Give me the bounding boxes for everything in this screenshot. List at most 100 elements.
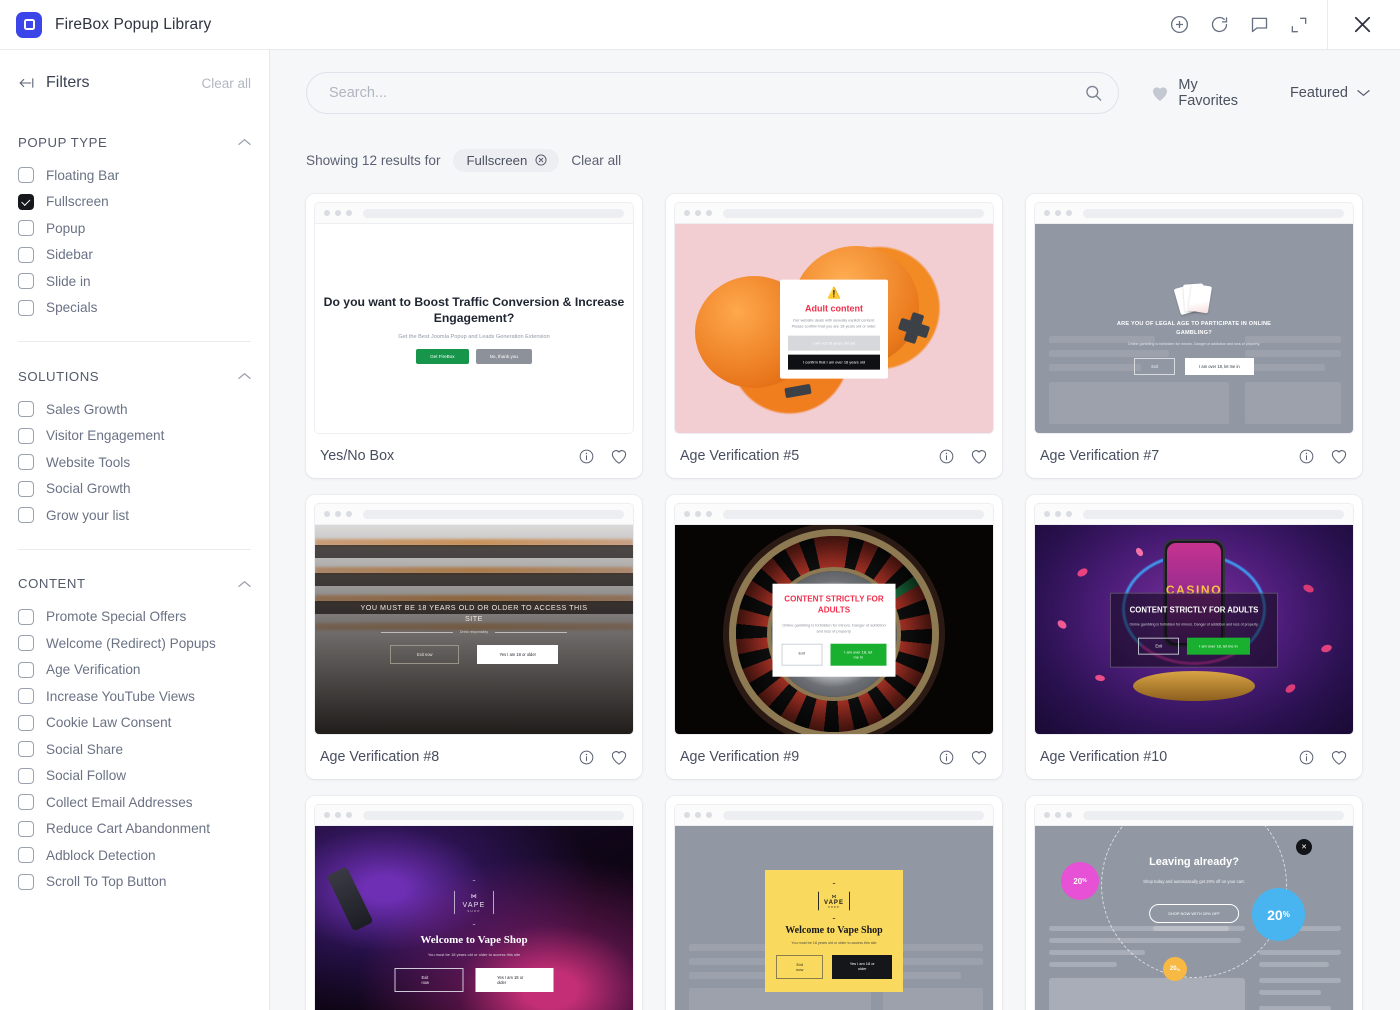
filter-option-reduce-cart-abandonment[interactable]: Reduce Cart Abandonment bbox=[18, 816, 251, 843]
heart-filled-icon bbox=[1151, 85, 1169, 102]
filter-option-collect-email-addresses[interactable]: Collect Email Addresses bbox=[18, 789, 251, 816]
comment-icon[interactable] bbox=[1239, 5, 1279, 45]
checkbox[interactable] bbox=[18, 246, 34, 263]
checkbox[interactable] bbox=[18, 454, 34, 471]
template-card[interactable]: CASINO CONTENT STRICTLY FOR ADULTS Onlin… bbox=[1026, 495, 1362, 779]
filter-option-website-tools[interactable]: Website Tools bbox=[18, 449, 251, 476]
template-card[interactable]: ⚠️ Adult content Our website deals with … bbox=[666, 194, 1002, 478]
search-input[interactable] bbox=[306, 72, 1120, 114]
filter-option-grow-your-list[interactable]: Grow your list bbox=[18, 502, 251, 529]
discount-badge-magenta: 20% bbox=[1061, 862, 1099, 900]
window-title: FireBox Popup Library bbox=[55, 15, 212, 33]
template-card[interactable]: CONTENT STRICTLY FOR ADULTS Online gambl… bbox=[666, 495, 1002, 779]
filter-group-header[interactable]: CONTENT bbox=[18, 564, 251, 604]
checkbox[interactable] bbox=[18, 608, 34, 625]
info-circle-icon[interactable] bbox=[938, 448, 955, 465]
filter-option-slide-in[interactable]: Slide in bbox=[18, 268, 251, 295]
my-favorites-button[interactable]: My Favorites bbox=[1151, 77, 1260, 109]
checkbox[interactable] bbox=[18, 767, 34, 784]
info-circle-icon[interactable] bbox=[1298, 749, 1315, 766]
heart-outline-icon[interactable] bbox=[970, 448, 988, 465]
filter-option-scroll-to-top-button[interactable]: Scroll To Top Button bbox=[18, 869, 251, 896]
info-circle-icon[interactable] bbox=[578, 749, 595, 766]
filter-option-visitor-engagement[interactable]: Visitor Engagement bbox=[18, 423, 251, 450]
checkbox[interactable] bbox=[18, 661, 34, 678]
browser-chrome-mock bbox=[315, 504, 633, 525]
checkbox[interactable] bbox=[18, 299, 34, 316]
filter-option-label: Scroll To Top Button bbox=[46, 874, 167, 890]
checkbox[interactable] bbox=[18, 688, 34, 705]
active-filter-chip[interactable]: Fullscreen bbox=[452, 148, 560, 172]
filter-group-title: SOLUTIONS bbox=[18, 368, 100, 384]
results-clear-all-button[interactable]: Clear all bbox=[571, 153, 621, 168]
preview-modal: ⋈ VAPE SHOP Welcome to Vape Shop You mus… bbox=[765, 870, 903, 992]
preview-subtitle: Online gambling is forbidden for minors.… bbox=[1127, 341, 1261, 346]
filter-option-social-growth[interactable]: Social Growth bbox=[18, 476, 251, 503]
filter-option-social-share[interactable]: Social Share bbox=[18, 736, 251, 763]
sidebar-clear-all-button[interactable]: Clear all bbox=[201, 76, 251, 91]
heart-outline-icon[interactable] bbox=[970, 749, 988, 766]
filter-option-increase-youtube-views[interactable]: Increase YouTube Views bbox=[18, 683, 251, 710]
filter-option-popup[interactable]: Popup bbox=[18, 215, 251, 242]
close-icon[interactable] bbox=[1342, 5, 1382, 45]
filter-group-header[interactable]: SOLUTIONS bbox=[18, 356, 251, 396]
info-circle-icon[interactable] bbox=[578, 448, 595, 465]
preview-heading: Do you want to Boost Traffic Conversion … bbox=[323, 294, 625, 325]
collapse-panel-icon[interactable] bbox=[18, 76, 35, 90]
filter-option-floating-bar[interactable]: Floating Bar bbox=[18, 162, 251, 189]
heart-outline-icon[interactable] bbox=[1330, 448, 1348, 465]
filter-option-age-verification[interactable]: Age Verification bbox=[18, 657, 251, 684]
chevron-down-icon[interactable] bbox=[1357, 89, 1370, 97]
chevron-up-icon[interactable] bbox=[238, 138, 251, 146]
card-footer: Age Verification #9 bbox=[674, 735, 994, 779]
heart-outline-icon[interactable] bbox=[610, 448, 628, 465]
preview-modal: CONTENT STRICTLY FOR ADULTS Online gambl… bbox=[772, 583, 896, 677]
template-card[interactable]: ⋈ VAPE SHOP Welcome to Vape Shop You mus… bbox=[666, 796, 1002, 1010]
checkbox[interactable] bbox=[18, 427, 34, 444]
checkbox[interactable] bbox=[18, 820, 34, 837]
checkbox[interactable] bbox=[18, 873, 34, 890]
filter-group-header[interactable]: POPUP TYPE bbox=[18, 122, 251, 162]
checkbox[interactable] bbox=[18, 847, 34, 864]
filter-option-welcome-redirect-popups[interactable]: Welcome (Redirect) Popups bbox=[18, 630, 251, 657]
template-card[interactable]: 20% 20% 20% ✕ Leaving already? Shop toda… bbox=[1026, 796, 1362, 1010]
template-card[interactable]: Do you want to Boost Traffic Conversion … bbox=[306, 194, 642, 478]
info-circle-icon[interactable] bbox=[938, 749, 955, 766]
heart-outline-icon[interactable] bbox=[610, 749, 628, 766]
checkbox[interactable] bbox=[18, 480, 34, 497]
chevron-up-icon[interactable] bbox=[238, 372, 251, 380]
checkbox[interactable] bbox=[18, 507, 34, 524]
close-icon[interactable]: ✕ bbox=[1296, 839, 1312, 855]
refresh-icon[interactable] bbox=[1199, 5, 1239, 45]
checkbox[interactable] bbox=[18, 193, 34, 210]
filter-option-fullscreen[interactable]: Fullscreen bbox=[18, 189, 251, 216]
checkbox[interactable] bbox=[18, 401, 34, 418]
checkbox[interactable] bbox=[18, 635, 34, 652]
checkbox[interactable] bbox=[18, 714, 34, 731]
template-card[interactable]: YOU MUST BE 18 YEARS OLD OR OLDER TO ACC… bbox=[306, 495, 642, 779]
search-icon[interactable] bbox=[1084, 84, 1103, 103]
browser-chrome-mock bbox=[675, 504, 993, 525]
checkbox[interactable] bbox=[18, 167, 34, 184]
checkbox[interactable] bbox=[18, 794, 34, 811]
template-card[interactable]: ⋈ VAPE SHOP Welcome to Vape Shop You mus… bbox=[306, 796, 642, 1010]
checkbox[interactable] bbox=[18, 273, 34, 290]
filter-option-cookie-law-consent[interactable]: Cookie Law Consent bbox=[18, 710, 251, 737]
info-circle-icon[interactable] bbox=[1298, 448, 1315, 465]
chevron-up-icon[interactable] bbox=[238, 580, 251, 588]
add-icon[interactable] bbox=[1159, 5, 1199, 45]
remove-filter-icon[interactable] bbox=[534, 153, 548, 167]
sort-dropdown[interactable]: Featured bbox=[1290, 85, 1370, 101]
filter-option-social-follow[interactable]: Social Follow bbox=[18, 763, 251, 790]
filter-option-adblock-detection[interactable]: Adblock Detection bbox=[18, 842, 251, 869]
expand-icon[interactable] bbox=[1279, 5, 1319, 45]
heart-outline-icon[interactable] bbox=[1330, 749, 1348, 766]
filter-option-sidebar[interactable]: Sidebar bbox=[18, 242, 251, 269]
template-card[interactable]: ARE YOU OF LEGAL AGE TO PARTICIPATE IN O… bbox=[1026, 194, 1362, 478]
filter-option-promote-special-offers[interactable]: Promote Special Offers bbox=[18, 604, 251, 631]
checkbox[interactable] bbox=[18, 741, 34, 758]
filter-option-sales-growth[interactable]: Sales Growth bbox=[18, 396, 251, 423]
preview-subtitle: You must be 18 years old or older to acc… bbox=[427, 952, 521, 957]
checkbox[interactable] bbox=[18, 220, 34, 237]
filter-option-specials[interactable]: Specials bbox=[18, 295, 251, 322]
